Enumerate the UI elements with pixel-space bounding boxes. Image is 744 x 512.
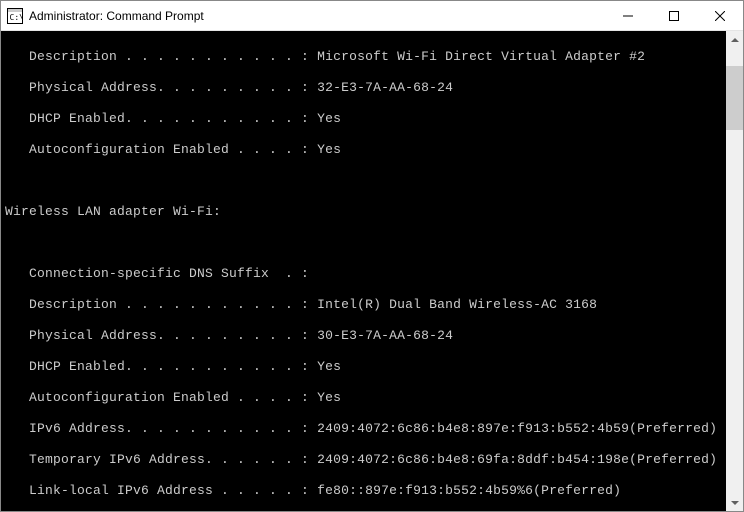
- close-button[interactable]: [697, 1, 743, 30]
- label: Temporary IPv6 Address. . . . . . :: [5, 452, 317, 467]
- scroll-down-button[interactable]: [726, 494, 743, 511]
- window-title: Administrator: Command Prompt: [29, 9, 204, 23]
- blank-line: [5, 235, 722, 251]
- label: Autoconfiguration Enabled . . . . :: [5, 390, 317, 405]
- svg-text:C:\: C:\: [10, 13, 24, 22]
- wifi-adapter-header: Wireless LAN adapter Wi-Fi:: [5, 204, 722, 220]
- close-icon: [715, 11, 725, 21]
- scroll-up-button[interactable]: [726, 31, 743, 48]
- vertical-scrollbar[interactable]: [726, 31, 743, 511]
- value: Yes: [317, 142, 341, 157]
- wifi-tempipv6-row: Temporary IPv6 Address. . . . . . : 2409…: [5, 452, 722, 468]
- window-controls: [605, 1, 743, 30]
- label: DHCP Enabled. . . . . . . . . . . :: [5, 359, 317, 374]
- label: IPv6 Address. . . . . . . . . . . :: [5, 421, 317, 436]
- chevron-down-icon: [731, 501, 739, 505]
- wifi-linklocal-row: Link-local IPv6 Address . . . . . : fe80…: [5, 483, 722, 499]
- maximize-icon: [669, 11, 679, 21]
- blank-line: [5, 173, 722, 189]
- adapter1-physaddr-row: Physical Address. . . . . . . . . : 32-E…: [5, 80, 722, 96]
- value: 30-E3-7A-AA-68-24: [317, 328, 453, 343]
- command-prompt-window: C:\ Administrator: Command Prompt Descri…: [0, 0, 744, 512]
- terminal-area: Description . . . . . . . . . . . : Micr…: [1, 31, 743, 511]
- value: fe80::897e:f913:b552:4b59%6(Preferred): [317, 483, 621, 498]
- terminal-output[interactable]: Description . . . . . . . . . . . : Micr…: [1, 31, 726, 511]
- wifi-autoconfig-row: Autoconfiguration Enabled . . . . : Yes: [5, 390, 722, 406]
- wifi-dhcp-row: DHCP Enabled. . . . . . . . . . . : Yes: [5, 359, 722, 375]
- label: Autoconfiguration Enabled . . . . :: [5, 142, 317, 157]
- scrollbar-thumb[interactable]: [726, 66, 743, 130]
- label: Description . . . . . . . . . . . :: [5, 49, 317, 64]
- label: DHCP Enabled. . . . . . . . . . . :: [5, 111, 317, 126]
- value: Yes: [317, 390, 341, 405]
- minimize-icon: [623, 11, 633, 21]
- chevron-up-icon: [731, 38, 739, 42]
- wifi-suffix-row: Connection-specific DNS Suffix . :: [5, 266, 722, 282]
- scrollbar-track[interactable]: [726, 48, 743, 494]
- cmd-icon: C:\: [7, 8, 23, 24]
- adapter1-autoconfig-row: Autoconfiguration Enabled . . . . : Yes: [5, 142, 722, 158]
- label: Connection-specific DNS Suffix . :: [5, 266, 317, 281]
- value: Intel(R) Dual Band Wireless-AC 3168: [317, 297, 597, 312]
- value: Yes: [317, 359, 341, 374]
- wifi-description-row: Description . . . . . . . . . . . : Inte…: [5, 297, 722, 313]
- minimize-button[interactable]: [605, 1, 651, 30]
- adapter1-description-row: Description . . . . . . . . . . . : Micr…: [5, 49, 722, 65]
- value: 2409:4072:6c86:b4e8:897e:f913:b552:4b59(…: [317, 421, 717, 436]
- value: 32-E3-7A-AA-68-24: [317, 80, 453, 95]
- wifi-ipv6-row: IPv6 Address. . . . . . . . . . . : 2409…: [5, 421, 722, 437]
- value: Microsoft Wi-Fi Direct Virtual Adapter #…: [317, 49, 645, 64]
- label: Physical Address. . . . . . . . . :: [5, 80, 317, 95]
- wifi-physaddr-row: Physical Address. . . . . . . . . : 30-E…: [5, 328, 722, 344]
- value: 2409:4072:6c86:b4e8:69fa:8ddf:b454:198e(…: [317, 452, 717, 467]
- titlebar[interactable]: C:\ Administrator: Command Prompt: [1, 1, 743, 31]
- value: Yes: [317, 111, 341, 126]
- adapter1-dhcp-row: DHCP Enabled. . . . . . . . . . . : Yes: [5, 111, 722, 127]
- label: Physical Address. . . . . . . . . :: [5, 328, 317, 343]
- label: Description . . . . . . . . . . . :: [5, 297, 317, 312]
- maximize-button[interactable]: [651, 1, 697, 30]
- label: Link-local IPv6 Address . . . . . :: [5, 483, 317, 498]
